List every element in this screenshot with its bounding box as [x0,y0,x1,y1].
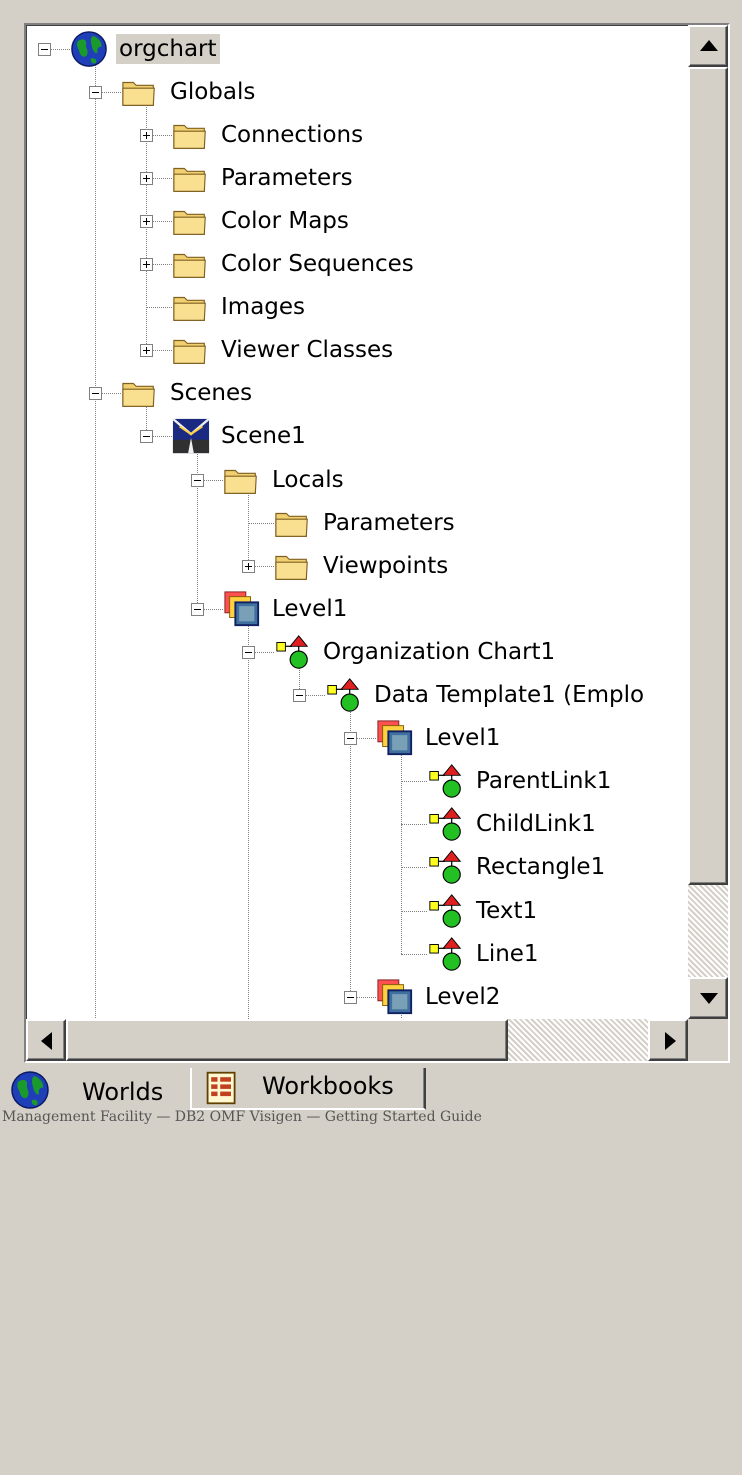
expand-toggle-parameters[interactable] [140,171,153,185]
graphic-object-icon[interactable] [427,935,465,973]
tree-node-scenes[interactable]: Scenes [167,378,255,408]
collapse-toggle-scenes[interactable] [89,387,102,401]
tree-connector-line [95,48,96,1019]
tree-connector-line [146,307,172,309]
collapse-toggle-data-template1-emplo[interactable] [293,689,306,703]
tab-worlds-label: Worlds [82,1078,164,1106]
tree-connector-line [401,910,427,912]
color-sequences-folder-icon[interactable] [172,245,210,283]
collapse-toggle-level1[interactable] [191,602,204,616]
arrow-left-icon [41,1032,52,1050]
tree-node-scene1[interactable]: Scene1 [218,421,309,451]
color-maps-folder-icon[interactable] [172,202,210,240]
arrow-right-icon [665,1032,676,1050]
collapse-toggle-locals[interactable] [191,473,204,487]
tree-node-orgchart[interactable]: orgchart [116,33,220,64]
tree-node-data-template1-emplo[interactable]: Data Template1 (Emplo [371,680,647,710]
tree-connector-line [248,608,249,1019]
tree-node-text1[interactable]: Text1 [473,896,540,926]
collapse-toggle-globals[interactable] [89,85,102,99]
tree-node-color-sequences[interactable]: Color Sequences [218,249,417,279]
tab-workbooks[interactable]: Workbooks [190,1068,426,1110]
tree-node-childlink1[interactable]: ChildLink1 [473,809,599,839]
tree-node-level1[interactable]: Level1 [422,723,503,753]
globe-icon[interactable] [70,30,108,68]
scroll-down-button[interactable] [688,977,728,1019]
tree-connector-line [401,953,427,955]
tree-node-locals[interactable]: Locals [269,465,347,495]
tree-node-organization-chart1[interactable]: Organization Chart1 [320,637,558,667]
level-layers-icon[interactable] [223,590,261,628]
expand-toggle-viewpoints[interactable] [242,559,255,573]
tree-node-color-maps[interactable]: Color Maps [218,206,352,236]
tree-connector-line [248,522,274,524]
level-layers-icon[interactable] [376,978,414,1016]
graphic-object-icon[interactable] [427,805,465,843]
collapse-toggle-level2[interactable] [344,990,357,1004]
graphic-object-icon[interactable] [427,892,465,930]
tree-node-connections[interactable]: Connections [218,120,366,150]
tree-node-parameters[interactable]: Parameters [320,508,458,538]
page-footer: Management Facility — DB2 OMF Visigen — … [2,1109,482,1125]
viewer-classes-folder-icon[interactable] [172,331,210,369]
graphic-object-icon[interactable] [427,848,465,886]
parameters-folder-icon[interactable] [172,159,210,197]
expand-toggle-color-sequences[interactable] [140,258,153,272]
tree-connector-line [401,781,427,783]
parameters-folder-icon[interactable] [274,504,312,542]
tree-node-globals[interactable]: Globals [167,77,258,107]
tree-node-viewer-classes[interactable]: Viewer Classes [218,335,396,365]
connections-folder-icon[interactable] [172,116,210,154]
tree-node-line1[interactable]: Line1 [473,939,542,969]
expand-toggle-viewer-classes[interactable] [140,344,153,358]
expand-toggle-connections[interactable] [140,128,153,142]
tree-connector-line [401,867,427,869]
collapse-toggle-organization-chart1[interactable] [242,645,255,659]
collapse-toggle-scene1[interactable] [140,430,153,444]
world-tree[interactable]: orgchart Globals Connections Parameters Colo… [26,25,688,1019]
vertical-scroll-thumb[interactable] [688,67,728,885]
worlds-tree-panel: orgchart Globals Connections Parameters Colo… [24,23,730,1063]
tree-node-images[interactable]: Images [218,292,308,322]
scene-icon[interactable] [172,417,210,455]
collapse-toggle-level1[interactable] [344,732,357,746]
scroll-left-button[interactable] [26,1019,66,1061]
globe-icon [10,1070,50,1110]
horizontal-scroll-thumb[interactable] [66,1019,508,1061]
tree-node-rectangle1[interactable]: Rectangle1 [473,852,608,882]
scroll-up-button[interactable] [688,25,728,67]
level-layers-icon[interactable] [376,719,414,757]
scroll-right-button[interactable] [648,1019,688,1061]
graphic-object-icon[interactable] [427,762,465,800]
expand-toggle-color-maps[interactable] [140,214,153,228]
images-folder-icon[interactable] [172,288,210,326]
scrollbar-corner [688,1019,728,1061]
tree-node-level2[interactable]: Level2 [422,982,503,1012]
tab-workbooks-label: Workbooks [262,1072,394,1100]
graphic-object-icon[interactable] [274,633,312,671]
tree-node-level1[interactable]: Level1 [269,594,350,624]
horizontal-scrollbar[interactable] [26,1019,688,1061]
tree-node-viewpoints[interactable]: Viewpoints [320,551,451,581]
collapse-toggle-orgchart[interactable] [38,42,51,56]
tree-connector-line [197,436,198,609]
locals-folder-icon[interactable] [223,461,261,499]
scenes-folder-icon[interactable] [121,374,159,412]
tree-connector-line [401,824,427,826]
tree-node-parameters[interactable]: Parameters [218,163,356,193]
viewpoints-folder-icon[interactable] [274,547,312,585]
arrow-up-icon [700,40,718,51]
tree-node-parentlink1[interactable]: ParentLink1 [473,766,614,796]
tree-connector-line [401,738,402,954]
globals-folder-icon[interactable] [121,73,159,111]
vertical-scrollbar[interactable] [688,25,728,1019]
graphic-object-icon[interactable] [325,676,363,714]
arrow-down-icon [700,993,718,1004]
workbook-icon [204,1070,240,1106]
